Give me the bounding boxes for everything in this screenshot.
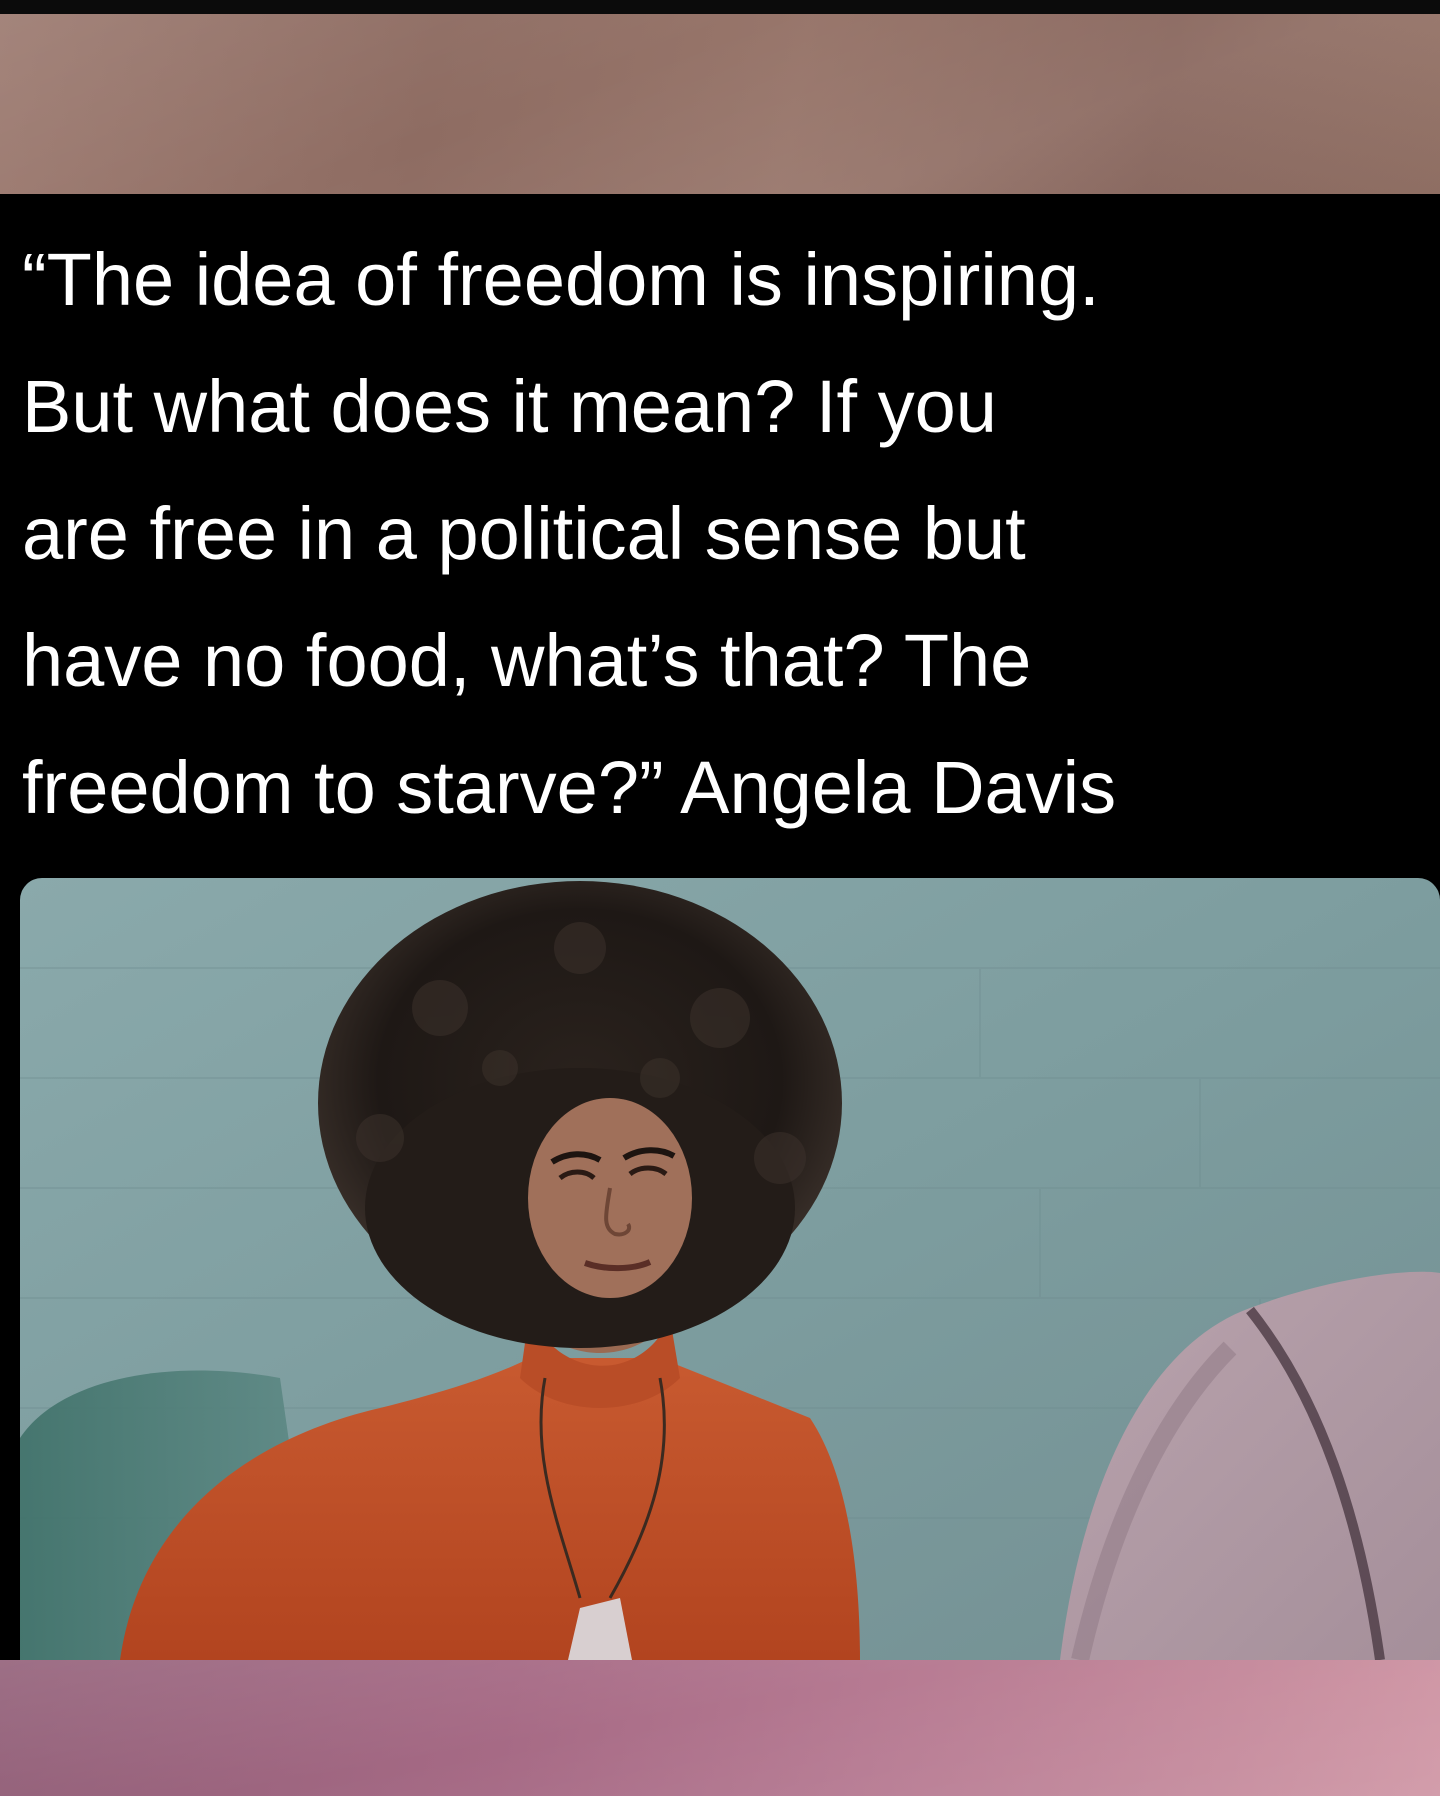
- top-edge-strip: [0, 0, 1440, 14]
- bottom-background-band: [0, 1660, 1440, 1796]
- quote-line-4: have no food, what’s that? The: [22, 619, 1032, 702]
- meme-image: “The idea of freedom is inspiring. But w…: [0, 0, 1440, 1796]
- quote-panel: “The idea of freedom is inspiring. But w…: [0, 194, 1440, 870]
- quote-text: “The idea of freedom is inspiring. But w…: [22, 216, 1432, 851]
- quote-line-2: But what does it mean? If you: [22, 365, 997, 448]
- portrait-illustration: [20, 878, 1440, 1660]
- top-background-band: [0, 14, 1440, 194]
- quote-line-5: freedom to starve?” Angela Davis: [22, 746, 1117, 829]
- quote-line-3: are free in a political sense but: [22, 492, 1026, 575]
- portrait-photo: [20, 878, 1440, 1660]
- quote-line-1: “The idea of freedom is inspiring.: [22, 238, 1100, 321]
